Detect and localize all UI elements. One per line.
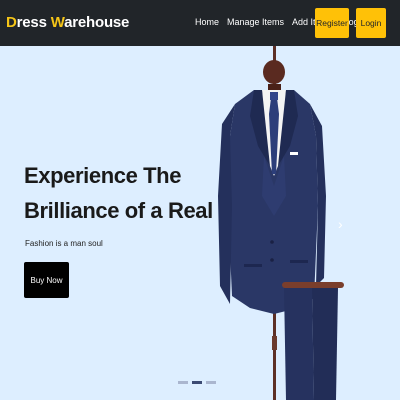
carousel-indicator-2[interactable] xyxy=(192,381,202,384)
chevron-right-icon[interactable]: › xyxy=(338,216,343,232)
brand-initial-2: W xyxy=(50,14,65,31)
carousel-indicators xyxy=(178,381,216,384)
carousel-indicator-3[interactable] xyxy=(206,381,216,384)
hero-tagline: Fashion is a man soul xyxy=(25,239,103,248)
buy-now-button[interactable]: Buy Now xyxy=(24,262,69,298)
nav-home[interactable]: Home xyxy=(195,17,219,27)
nav-manage-items[interactable]: Manage Items xyxy=(227,17,284,27)
brand-logo[interactable]: Dress Warehouse xyxy=(6,14,129,31)
navbar: Dress Warehouse Home Manage Items Add It… xyxy=(0,0,400,46)
brand-word-1: ress xyxy=(16,14,51,31)
hero-carousel: Experience The Brilliance of a Real Gem … xyxy=(0,46,400,400)
suit-image xyxy=(218,46,344,400)
brand-initial-1: D xyxy=(6,14,17,31)
brand-word-2: arehouse xyxy=(64,14,130,31)
login-button[interactable]: Login xyxy=(356,8,386,38)
carousel-indicator-1[interactable] xyxy=(178,381,188,384)
register-button[interactable]: Register xyxy=(315,8,349,38)
